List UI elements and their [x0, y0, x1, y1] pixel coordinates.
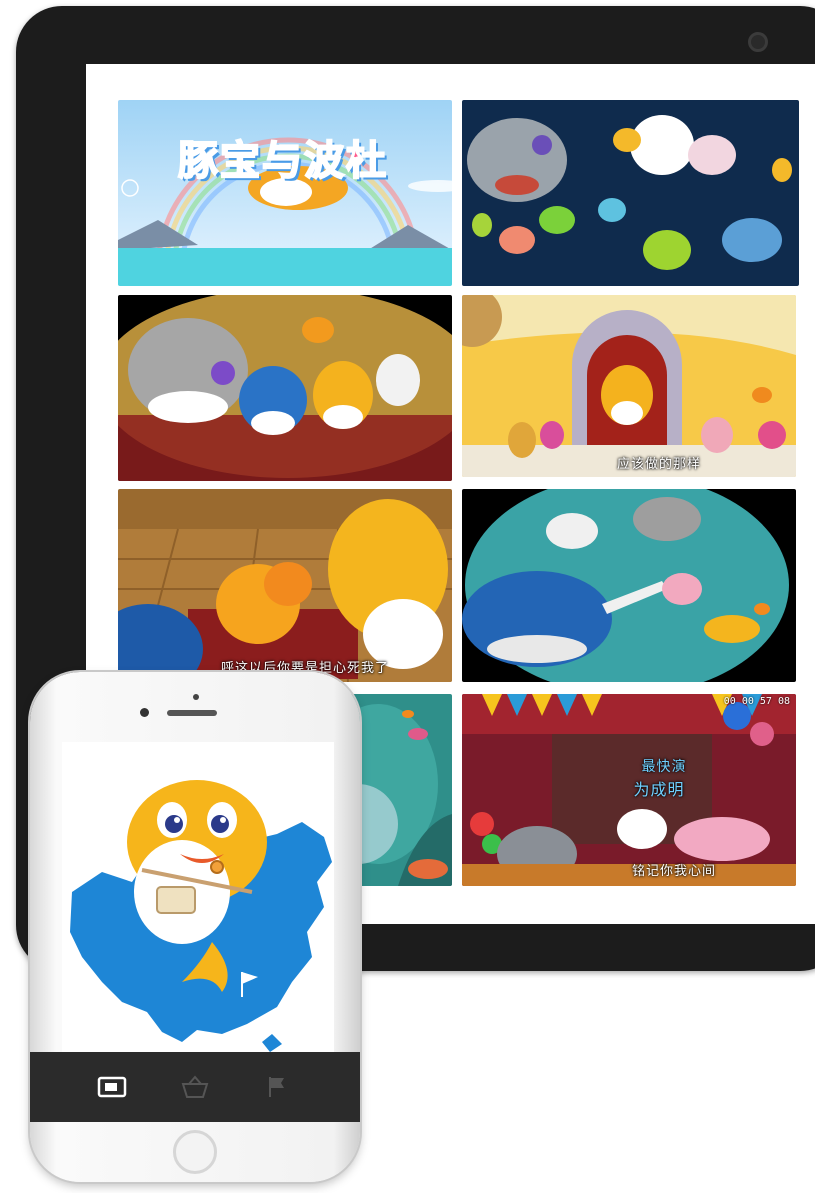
caption-top-party: 最快演 [641, 759, 687, 775]
home-button[interactable] [173, 1130, 217, 1174]
underwater-bubble-art [462, 489, 796, 682]
fish-crowd-art [462, 100, 799, 286]
tablet-camera [748, 32, 768, 52]
series-title: 豚宝与波杜 [177, 137, 388, 185]
phone-device [30, 672, 360, 1182]
video-thumbnail-friends[interactable] [118, 295, 452, 481]
phone-screen [62, 742, 334, 1052]
video-thumbnail-clownfish[interactable]: 呼这以后你要是担心死我了 [118, 489, 452, 682]
phone-camera [140, 708, 149, 717]
flag-icon [269, 1077, 284, 1097]
phone-sensor [193, 694, 199, 700]
house-door-art [462, 295, 796, 477]
basket-icon [181, 1075, 209, 1098]
caption-mid-party: 为成明 [633, 780, 685, 799]
video-thumbnail-title[interactable]: 豚宝与波杜 [118, 100, 452, 286]
clownfish-room-art [118, 489, 452, 682]
video-timecode: 00 00 57 08 [723, 696, 790, 707]
video-tab[interactable] [97, 1074, 127, 1100]
basket-tab[interactable] [180, 1074, 210, 1100]
phone-tab-bar [30, 1052, 360, 1122]
video-icon [97, 1076, 127, 1098]
mascot-on-map-art [70, 780, 332, 1052]
friends-closeup-art [118, 295, 452, 481]
video-thumbnail-fish-crowd[interactable] [462, 100, 799, 286]
flag-tab[interactable] [262, 1074, 292, 1100]
phone-earpiece [167, 710, 217, 716]
video-thumbnail-party[interactable]: 00 00 57 08 最快演 为成明 铭记你我心间 [462, 694, 796, 886]
video-thumbnail-bubble[interactable] [462, 489, 796, 682]
subtitle-house: 应该做的那样 [616, 457, 701, 472]
video-thumbnail-house[interactable]: 应该做的那样 [462, 295, 796, 477]
subtitle-party: 铭记你我心间 [631, 864, 716, 879]
